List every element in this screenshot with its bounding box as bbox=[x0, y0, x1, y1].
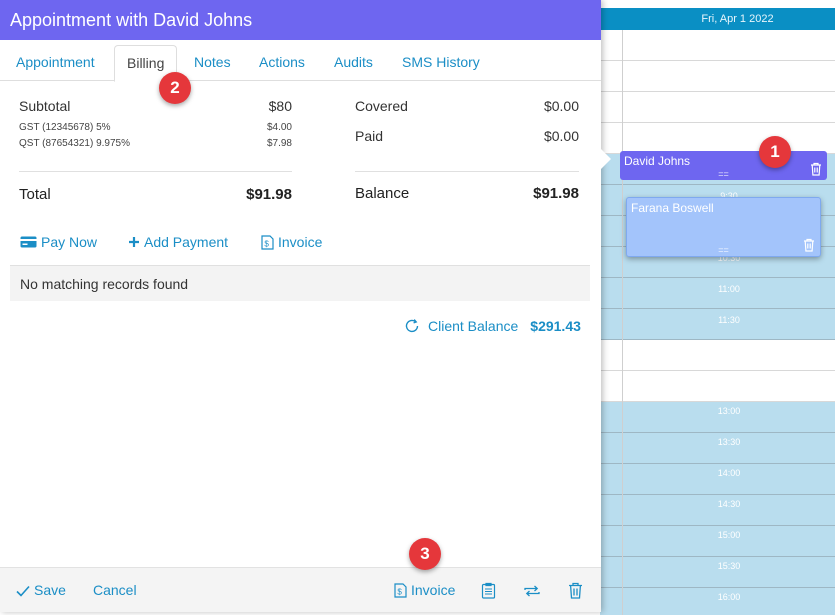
qst-value: $7.98 bbox=[266, 138, 292, 149]
modal-pointer bbox=[600, 148, 611, 170]
trash-icon[interactable] bbox=[810, 162, 822, 176]
check-icon bbox=[16, 585, 30, 597]
paid-label: Paid bbox=[355, 128, 384, 144]
delete-button[interactable] bbox=[568, 568, 583, 613]
save-button[interactable]: Save bbox=[16, 568, 66, 613]
appointment-name: David Johns bbox=[624, 154, 691, 168]
time-label: 11:30 bbox=[718, 315, 740, 325]
time-label: 14:00 bbox=[717, 468, 741, 478]
appointment-david-johns[interactable]: David Johns == bbox=[620, 151, 827, 180]
client-balance-link[interactable]: Client Balance $291.43 bbox=[404, 318, 581, 334]
callout-badge-3: 3 bbox=[409, 538, 441, 570]
divider bbox=[355, 171, 579, 172]
add-payment-link[interactable]: Add Payment bbox=[128, 234, 228, 250]
time-slot[interactable] bbox=[600, 123, 835, 154]
time-label: 13:30 bbox=[717, 437, 741, 447]
trash-icon bbox=[568, 582, 583, 599]
invoice-label: Invoice bbox=[278, 234, 323, 250]
client-balance-label: Client Balance bbox=[428, 318, 519, 334]
covered-value: $0.00 bbox=[543, 98, 579, 114]
appointment-farana-boswell[interactable]: Farana Boswell == bbox=[626, 197, 821, 257]
appointment-name: Farana Boswell bbox=[631, 201, 714, 215]
appointment-modal: Appointment with David Johns Appointment… bbox=[0, 0, 601, 612]
time-label: 15:30 bbox=[717, 561, 741, 571]
time-slot[interactable] bbox=[600, 340, 835, 371]
time-label: 16:00 bbox=[717, 592, 741, 602]
pay-now-label: Pay Now bbox=[41, 234, 98, 250]
subtotal-label: Subtotal bbox=[19, 98, 71, 114]
tab-notes[interactable]: Notes bbox=[182, 45, 243, 81]
tab-actions[interactable]: Actions bbox=[247, 45, 317, 81]
callout-badge-1: 1 bbox=[759, 136, 791, 168]
gst-value: $4.00 bbox=[266, 122, 292, 133]
time-slot[interactable] bbox=[600, 92, 835, 123]
modal-title: Appointment with David Johns bbox=[0, 0, 601, 40]
client-balance-value: $291.43 bbox=[530, 318, 581, 334]
invoice-link[interactable]: $ Invoice bbox=[261, 234, 322, 250]
modal-footer: Save Cancel $ Invoice bbox=[0, 567, 601, 612]
notes-button[interactable] bbox=[481, 568, 496, 613]
tab-audits[interactable]: Audits bbox=[322, 45, 385, 81]
calendar-date-header: Fri, Apr 1 2022 bbox=[600, 8, 835, 30]
callout-badge-2: 2 bbox=[159, 72, 191, 104]
repeat-icon bbox=[523, 583, 541, 599]
time-slot[interactable] bbox=[600, 61, 835, 92]
invoice-icon: $ bbox=[394, 583, 407, 598]
cancel-label: Cancel bbox=[93, 582, 137, 598]
plus-icon bbox=[128, 236, 140, 248]
tab-appointment[interactable]: Appointment bbox=[4, 45, 107, 81]
add-payment-label: Add Payment bbox=[144, 234, 229, 250]
trash-icon[interactable] bbox=[803, 238, 815, 252]
credit-card-icon bbox=[20, 236, 37, 248]
subtotal-value: $80 bbox=[268, 98, 292, 114]
footer-invoice-label: Invoice bbox=[411, 582, 456, 598]
time-label: 11:00 bbox=[718, 284, 740, 294]
footer-invoice-button[interactable]: $ Invoice bbox=[394, 568, 455, 613]
resize-handle[interactable]: == bbox=[718, 245, 729, 255]
paid-value: $0.00 bbox=[543, 128, 579, 144]
invoice-icon: $ bbox=[261, 234, 274, 250]
repeat-button[interactable] bbox=[523, 568, 541, 613]
total-label: Total bbox=[19, 186, 51, 203]
svg-text:$: $ bbox=[264, 239, 269, 248]
pay-now-link[interactable]: Pay Now bbox=[20, 234, 97, 250]
svg-text:$: $ bbox=[397, 588, 402, 597]
tab-bar: Appointment Billing Notes Actions Audits… bbox=[0, 40, 601, 82]
save-label: Save bbox=[34, 582, 66, 598]
empty-records-message: No matching records found bbox=[10, 265, 590, 301]
tab-sms-history[interactable]: SMS History bbox=[390, 45, 492, 81]
time-label: 14:30 bbox=[717, 499, 741, 509]
clipboard-icon bbox=[481, 582, 496, 599]
covered-label: Covered bbox=[355, 98, 408, 114]
balance-label: Balance bbox=[355, 185, 410, 202]
balance-value: $91.98 bbox=[533, 185, 579, 202]
gst-label: GST (12345678) 5% bbox=[19, 122, 111, 133]
time-slot[interactable] bbox=[600, 30, 835, 61]
divider bbox=[19, 171, 292, 172]
time-label: 13:00 bbox=[717, 406, 741, 416]
cancel-button[interactable]: Cancel bbox=[93, 568, 137, 613]
total-value: $91.98 bbox=[246, 186, 292, 203]
refresh-icon bbox=[404, 318, 420, 334]
resize-handle[interactable]: == bbox=[718, 169, 729, 179]
qst-label: QST (87654321) 9.975% bbox=[19, 138, 131, 149]
time-label: 15:00 bbox=[717, 530, 741, 540]
